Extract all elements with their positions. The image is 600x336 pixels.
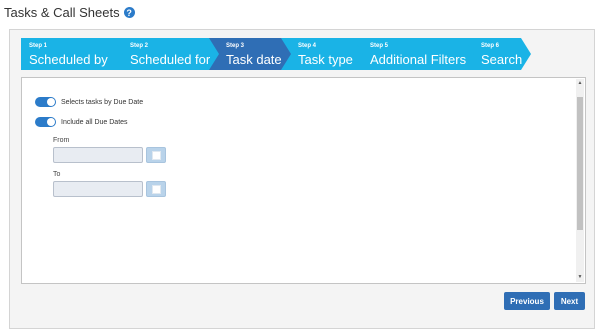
step-number: Step 5	[370, 43, 389, 49]
step-number: Step 1	[29, 43, 48, 49]
step-label: Scheduled by	[29, 52, 108, 67]
toggle-label: Selects tasks by Due Date	[61, 98, 144, 106]
step-number: Step 4	[298, 43, 317, 49]
toggle-switch[interactable]	[35, 97, 56, 107]
help-icon[interactable]: ?	[123, 7, 135, 18]
step-scheduled-by[interactable]: Step 1 Scheduled by	[21, 38, 125, 70]
from-label: From	[53, 137, 70, 144]
step-task-type[interactable]: Step 4 Task type	[281, 38, 365, 70]
scroll-up-icon[interactable]: ▲	[576, 79, 584, 88]
from-calendar-button[interactable]	[146, 147, 166, 163]
step-scheduled-for[interactable]: Step 2 Scheduled for	[113, 38, 220, 70]
page-title-text: Tasks & Call Sheets	[4, 5, 120, 20]
calendar-icon	[151, 184, 161, 194]
to-calendar-button[interactable]	[146, 181, 166, 197]
toggle-include-all-dates[interactable]: Include all Due Dates	[35, 117, 128, 127]
from-date-input[interactable]	[53, 147, 143, 163]
calendar-icon	[151, 150, 161, 160]
step-label: Scheduled for	[130, 52, 211, 67]
vertical-scrollbar[interactable]: ▲ ▼	[576, 79, 584, 282]
next-button[interactable]: Next	[554, 292, 585, 310]
step-task-date[interactable]: Step 3 Task date	[209, 38, 293, 70]
step-label: Task date	[226, 52, 282, 67]
step-number: Step 3	[226, 43, 245, 49]
to-date-input[interactable]	[53, 181, 143, 197]
page-title: Tasks & Call Sheets ?	[4, 5, 135, 20]
step-search[interactable]: Step 6 Search	[464, 38, 531, 70]
step-content: Selects tasks by Due Date Include all Du…	[21, 77, 586, 284]
wizard-steps: Step 1 Scheduled by Step 2 Scheduled for…	[21, 38, 531, 70]
to-label: To	[53, 171, 61, 178]
step-label: Task type	[298, 52, 353, 67]
step-number: Step 6	[481, 43, 500, 49]
step-additional-filters[interactable]: Step 5 Additional Filters	[353, 38, 475, 70]
previous-button[interactable]: Previous	[504, 292, 550, 310]
step-label: Search	[481, 52, 523, 67]
toggle-due-date[interactable]: Selects tasks by Due Date	[35, 97, 143, 107]
scroll-down-icon[interactable]: ▼	[576, 273, 584, 282]
step-number: Step 2	[130, 43, 149, 49]
wizard-panel: Step 1 Scheduled by Step 2 Scheduled for…	[9, 29, 595, 329]
toggle-label: Include all Due Dates	[61, 118, 128, 126]
scroll-thumb[interactable]	[577, 97, 583, 230]
step-label: Additional Filters	[370, 52, 467, 67]
toggle-switch[interactable]	[35, 117, 56, 127]
